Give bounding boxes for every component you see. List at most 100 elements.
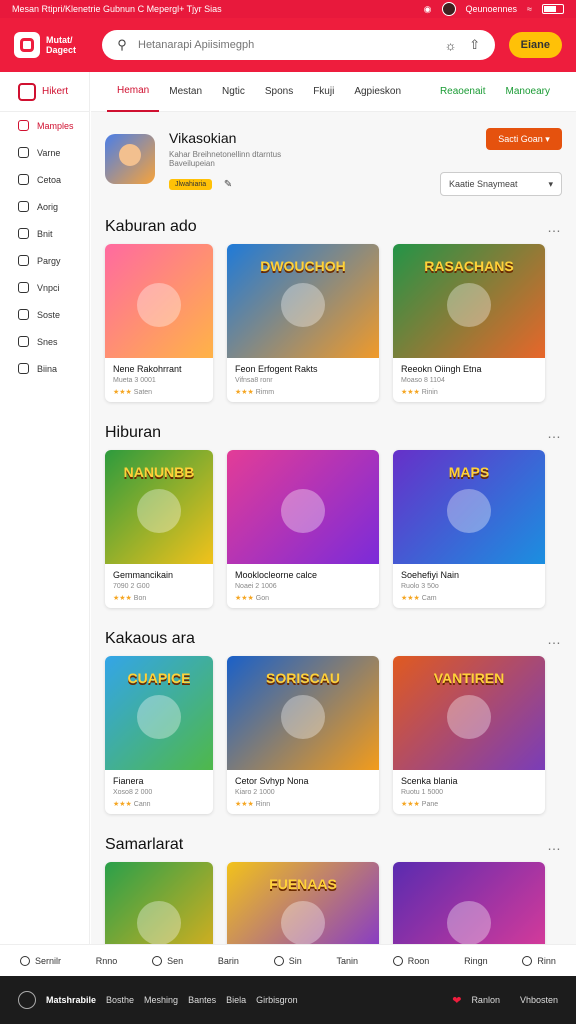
footer-brand: Matshrabile [46, 995, 97, 1005]
thumbnail-banner: RASACHANS [424, 258, 514, 274]
game-card[interactable]: NANUNBB Gemmancikain 7090 2 G00 ★★★ Bon [105, 450, 213, 608]
star-icon: ★★★ [235, 801, 256, 808]
sidebar-item-icon [18, 120, 29, 131]
search-input[interactable] [138, 39, 435, 51]
sidebar-item[interactable]: Bnit [0, 220, 89, 247]
bottom-nav-item[interactable]: Sen [152, 955, 183, 966]
sidebar-item[interactable]: Aorig [0, 193, 89, 220]
profile-avatar[interactable] [105, 134, 155, 184]
tab[interactable]: Agpieskon [344, 72, 411, 112]
more-icon[interactable]: … [547, 219, 562, 235]
sort-select-value: Kaatie Snaymeat [449, 179, 518, 189]
bottom-nav-item[interactable]: Rinn [522, 955, 556, 966]
tab[interactable]: Mestan [159, 72, 212, 112]
sidebar-header[interactable]: Hikert [0, 72, 89, 112]
game-card[interactable]: CUAPICE Fianera Xoso8 2 000 ★★★ Cann [105, 656, 213, 814]
sidebar-item[interactable]: Pargy [0, 247, 89, 274]
game-thumbnail: RASACHANS [393, 244, 545, 358]
more-icon[interactable]: … [547, 425, 562, 441]
tab[interactable]: Fkuji [303, 72, 344, 112]
bottom-nav-label: Sernilr [35, 955, 62, 966]
bottom-nav-item[interactable]: Roon [392, 955, 429, 966]
section-title: Samarlarat [105, 836, 184, 853]
nav-icon [20, 955, 30, 966]
bottom-nav-item[interactable]: Barin [218, 956, 239, 966]
profile-card: Vikasokian Kahar Breihnetonellinn dtarnt… [105, 124, 562, 204]
game-card[interactable]: VANTIREN Scenka blania Ruotu 1 5000 ★★★ Pan… [393, 656, 545, 814]
game-card[interactable] [105, 862, 213, 944]
bottom-nav-item[interactable]: Ringn [464, 956, 488, 966]
more-icon[interactable]: … [547, 631, 562, 647]
voice-icon[interactable]: ☼ [443, 37, 459, 53]
game-card[interactable]: FUENAAS [227, 862, 379, 944]
sidebar-item[interactable]: Varne [0, 139, 89, 166]
game-section: Samarlarat … FUENAAS [105, 828, 562, 944]
nav-icon [152, 955, 163, 966]
share-icon[interactable]: ⇧ [467, 37, 483, 53]
sidebar-item-label: Bnit [37, 228, 53, 239]
thumbnail-banner: FUENAAS [269, 876, 337, 892]
heart-icon: ❤ [452, 994, 462, 1007]
profile-action-button[interactable]: Sacti Goan ▾ [486, 128, 562, 150]
header-action-button[interactable]: Eiane [508, 32, 562, 58]
logo-line1: Mutat/ [46, 35, 73, 45]
game-card[interactable] [393, 862, 545, 944]
sidebar-item-icon [18, 363, 29, 374]
game-card[interactable]: DWOUCHOH Feon Erfogent Rakts Vifnsa8 ronr ★… [227, 244, 379, 402]
tab[interactable]: Spons [255, 72, 303, 112]
footer: Matshrabile Bosthe Meshing Bantes Biela Girb… [0, 976, 576, 1024]
game-card[interactable]: SORISCAU Cetor Svhyp Nona Kiaro 2 1000 ★★★ … [227, 656, 379, 814]
bottom-nav-label: Tanin [336, 955, 358, 966]
game-card[interactable]: RASACHANS Reeokn Oiingh Etna Moaso 8 1104 ★… [393, 244, 545, 402]
game-thumbnail: CUAPICE [105, 656, 213, 770]
game-title: Cetor Svhyp Nona [235, 776, 309, 786]
game-thumbnail [105, 244, 213, 358]
game-card[interactable]: Mooklocleorne calce Noaei 2 1006 ★★★ Gon [227, 450, 379, 608]
bottom-nav-label: Ringn [464, 955, 488, 966]
sidebar-item-label: Biina [37, 363, 58, 374]
edit-icon[interactable]: ✎ [220, 176, 236, 192]
footer-right-link-2[interactable]: Vhbosten [520, 995, 558, 1005]
sort-select[interactable]: Kaatie Snaymeat ▾ [440, 172, 562, 196]
game-title: Mooklocleorne calce [235, 570, 318, 580]
game-card[interactable]: Nene Rakohrrant Mueta 3 0001 ★★★ Saten [105, 244, 213, 402]
tab[interactable]: Heman [107, 72, 160, 112]
bottom-nav-item[interactable]: Tanin [336, 956, 358, 966]
star-icon: ★★★ [401, 595, 422, 602]
sidebar-item-icon [18, 309, 29, 320]
tab[interactable]: Ngtic [212, 72, 255, 112]
footer-link[interactable]: Bosthe [106, 995, 134, 1005]
sidebar-item[interactable]: Biina [0, 355, 89, 382]
sidebar-item[interactable]: Soste [0, 301, 89, 328]
sidebar-item[interactable]: Cetoa [0, 166, 89, 193]
sidebar-item-icon [18, 174, 29, 185]
bottom-nav-item[interactable]: Rnno [96, 956, 118, 966]
tab[interactable]: Reaoenait [430, 72, 496, 112]
more-icon[interactable]: … [547, 837, 562, 853]
nav-icon [522, 955, 533, 966]
footer-link[interactable]: Bantes [188, 995, 216, 1005]
star-icon: ★★★ [235, 595, 256, 602]
sidebar-item[interactable]: Snes [0, 328, 89, 355]
tab[interactable]: Manoeary [496, 72, 560, 112]
game-thumbnail [393, 862, 545, 944]
bottom-nav-label: Barin [217, 955, 239, 966]
star-icon: ★★★ [401, 389, 422, 396]
bottom-nav-item[interactable]: Sernilr [20, 955, 62, 966]
sidebar-item[interactable]: Vnpci [0, 274, 89, 301]
footer-link[interactable]: Girbisgron [256, 995, 298, 1005]
footer-link[interactable]: Biela [226, 995, 246, 1005]
sidebar-item[interactable]: Mamples [0, 112, 89, 139]
app-logo[interactable]: Mutat/ Dagect [14, 32, 88, 58]
main-content: Heman Mestan Ngtic Spons Fkuji Agpieskon Reaoe… [91, 72, 576, 944]
footer-right-link-1[interactable]: Ranlon [471, 995, 500, 1005]
search-bar[interactable]: ⚲ ☼ ⇧ [102, 30, 495, 60]
section-title: Kakaous ara [105, 630, 195, 647]
game-thumbnail [227, 450, 379, 564]
bottom-nav-item[interactable]: Sin [273, 955, 302, 966]
game-title: Scenka blania [401, 776, 458, 786]
thumbnail-banner: NANUNBB [123, 464, 195, 480]
footer-link[interactable]: Meshing [144, 995, 178, 1005]
character-illustration [281, 489, 325, 533]
game-card[interactable]: MAPS Soehefiyi Nain Ruolo 3 50o ★★★ Cam [393, 450, 545, 608]
